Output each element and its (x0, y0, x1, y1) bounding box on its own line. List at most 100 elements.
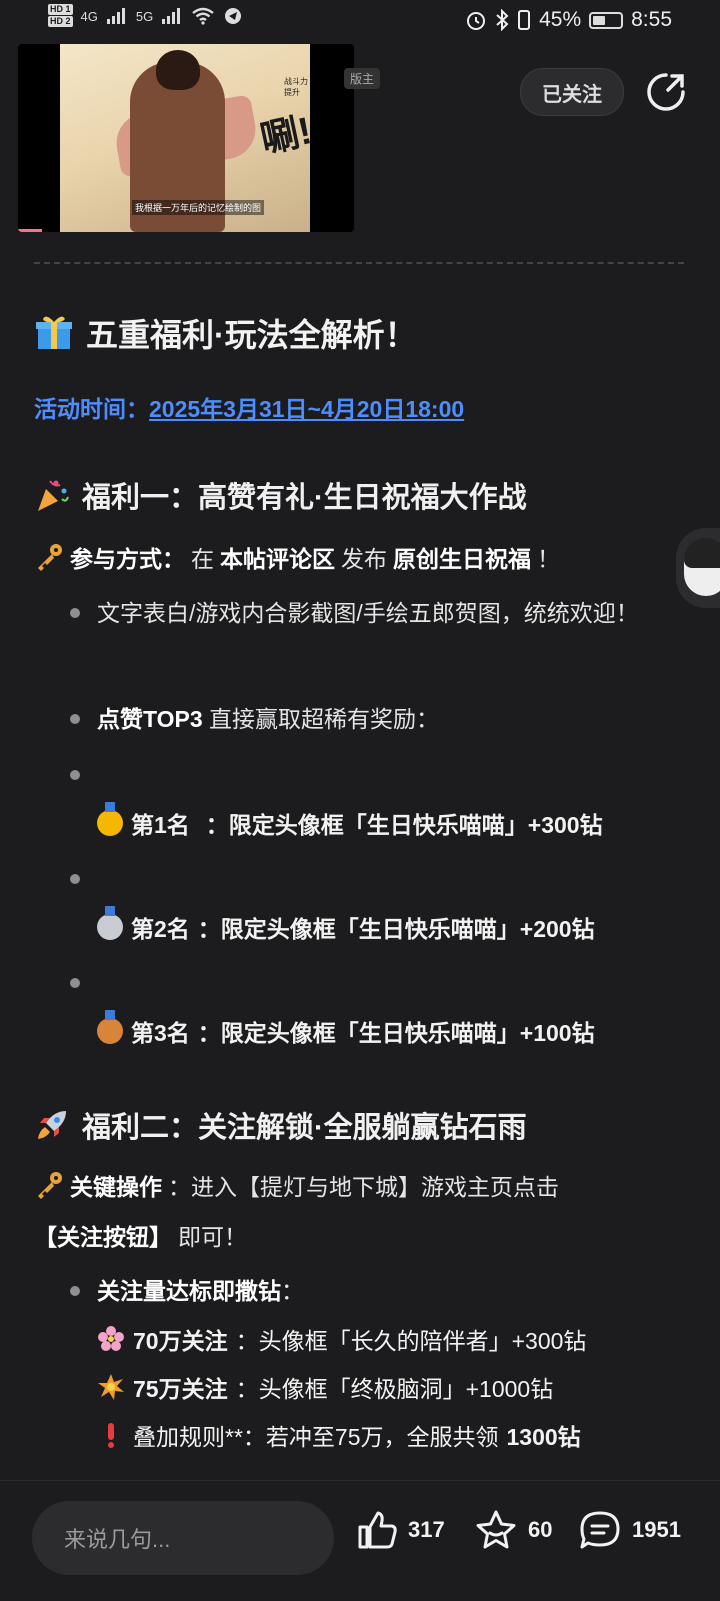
silver-medal-icon (97, 906, 123, 940)
tier-2: 75万关注 ：头像框「终极脑洞」+1000钻 (97, 1370, 553, 1404)
rank-3-prize: ：限定头像框「生日快乐喵喵」+100钻 (197, 1020, 595, 1046)
section-2-heading-text: 福利二：关注解锁·全服躺赢钻石雨 (82, 1112, 527, 1144)
bullet-text-2: 点赞TOP3 直接赢取超稀有奖励： (97, 696, 687, 742)
bullet-text-3: 关注量达标即撒钻： (97, 1268, 687, 1314)
op-label: 关键操作 (70, 1174, 162, 1200)
exclamation-icon (108, 1423, 114, 1448)
video-sfx-text: 唰! (257, 110, 316, 162)
favorite-count: 60 (528, 1517, 553, 1542)
comment-count: 1951 (632, 1517, 681, 1542)
network-5g-label: 5G (135, 8, 154, 24)
comment-icon (580, 1511, 620, 1549)
join-text-5: ！ (537, 546, 560, 572)
data-saver-icon (225, 8, 242, 24)
post-title-text: 五重福利·玩法全解析！ (86, 317, 417, 353)
bullet-text-1: 文字表白/游戏内合影截图/手绘五郎贺图，统统欢迎！ (97, 600, 639, 626)
tier-intro-colon: ： (281, 1278, 304, 1304)
join-text-3: 发布 (341, 546, 387, 572)
follow-button-mention: 【关注按钮】 (34, 1224, 172, 1250)
tier-1-bold: 70万关注 (133, 1328, 228, 1354)
status-left: HD 1 HD 2 4G 5G (48, 4, 243, 28)
section-1-heading: 福利一：高赞有礼·生日祝福大作战 (34, 474, 527, 516)
list-bullet (70, 978, 80, 988)
list-bullet (70, 714, 80, 724)
video-frame: 唰! 战斗力提升 我根据一万年后的记忆绘制的图 (60, 44, 315, 232)
gift-icon (36, 316, 72, 349)
section-2-op: 关键操作 ：进入【提灯与地下城】游戏主页点击 (34, 1168, 559, 1202)
event-time-label: 活动时间： (34, 396, 149, 422)
tier-2-rest: ：头像框「终极脑洞」+1000钻 (235, 1376, 554, 1402)
collision-icon (98, 1374, 124, 1400)
comment-input[interactable]: 来说几句... (32, 1501, 334, 1575)
rank-2: 第2名 ：限定头像框「生日快乐喵喵」+200钻 (97, 906, 595, 944)
bottom-action-bar: 来说几句... 317 60 1951 (0, 1480, 720, 1601)
follow-button[interactable]: 已关注 (520, 68, 624, 116)
status-right: 45% 8:55 (465, 8, 672, 32)
bronze-medal-icon (97, 1010, 123, 1044)
key-icon (38, 544, 62, 571)
confetti-icon (38, 480, 69, 511)
top3-text: 直接赢取超稀有奖励： (209, 706, 440, 732)
video-subtitle: 我根据一万年后的记忆绘制的图 (132, 200, 265, 215)
rank-2-prize: ：限定头像框「生日快乐喵喵」+200钻 (197, 916, 595, 942)
list-bullet (70, 770, 80, 780)
tier-intro-bold: 关注量达标即撒钻 (97, 1278, 281, 1304)
stack-rule-bold: 1300钻 (506, 1424, 581, 1450)
join-label: 参与方式： (70, 546, 185, 572)
share-button[interactable] (644, 70, 688, 114)
hd1-label: HD 1 (48, 4, 73, 15)
share-icon (647, 73, 685, 111)
rank-3: 第3名 ：限定头像框「生日快乐喵喵」+100钻 (97, 1010, 595, 1048)
list-bullet (70, 1286, 80, 1296)
section-2-op-line2: 【关注按钮】 即可！ (34, 1218, 247, 1252)
battery-icon (589, 11, 624, 29)
join-text-2: 本帖评论区 (220, 546, 335, 572)
event-time-link[interactable]: 2025年3月31日~4月20日18:00 (149, 396, 464, 422)
floating-avatar-button[interactable] (676, 528, 720, 608)
alarm-icon (467, 12, 486, 30)
section-2-heading: 福利二：关注解锁·全服躺赢钻石雨 (34, 1104, 527, 1146)
post-header: 唰! 战斗力提升 我根据一万年后的记忆绘制的图 版主 已关注 (0, 44, 720, 244)
gold-medal-icon (97, 802, 123, 836)
stack-rule: 叠加规则**：若冲至75万，全服共领 1300钻 (97, 1418, 581, 1452)
like-button[interactable]: 317 (356, 1509, 445, 1551)
moderator-badge: 版主 (344, 68, 381, 89)
comment-button[interactable]: 1951 (578, 1509, 681, 1551)
favorite-button[interactable]: 60 (474, 1509, 552, 1551)
section-1-join: 参与方式： 在 本帖评论区 发布 原创生日祝福 ！ (34, 540, 560, 574)
hd-indicator: HD 1 HD 2 (48, 4, 73, 28)
tier-1-rest: ：头像框「长久的陪伴者」+300钻 (235, 1328, 587, 1354)
list-bullet (70, 874, 80, 884)
tier-1: 70万关注 ：头像框「长久的陪伴者」+300钻 (97, 1322, 586, 1356)
rank-1-prize: ：限定头像框「生日快乐喵喵」+300钻 (205, 812, 603, 838)
status-bar: HD 1 HD 2 4G 5G 45% 8:55 (0, 0, 720, 44)
battery-percent: 45% (539, 8, 582, 31)
join-text-4: 原创生日祝福 (393, 546, 531, 572)
like-count: 317 (408, 1517, 445, 1542)
thumbs-up-icon (358, 1511, 397, 1549)
section-1-heading-text: 福利一：高赞有礼·生日祝福大作战 (82, 482, 527, 514)
join-text-1: 在 (191, 546, 214, 572)
bluetooth-icon (496, 9, 509, 31)
event-time: 活动时间：2025年3月31日~4月20日18:00 (34, 390, 464, 424)
rank-3-name: 第3名 (131, 1020, 190, 1046)
avatar-hair (684, 538, 720, 568)
top3-label: 点赞TOP3 (97, 706, 203, 732)
video-progress-bar (18, 229, 42, 232)
wifi-icon (192, 7, 214, 25)
post-title: 五重福利·玩法全解析！ (34, 310, 417, 356)
op-text: ：进入【提灯与地下城】游戏主页点击 (168, 1174, 559, 1200)
star-icon (476, 1510, 516, 1549)
video-art-hair (156, 50, 200, 90)
op-line2-text: 即可！ (178, 1224, 247, 1250)
tier-2-bold: 75万关注 (133, 1376, 228, 1402)
header-divider (34, 262, 684, 264)
key-icon (38, 1172, 62, 1199)
clock: 8:55 (631, 8, 672, 31)
signal-icon (106, 8, 125, 24)
vibrate-icon (518, 10, 531, 30)
floating-video-player[interactable]: 唰! 战斗力提升 我根据一万年后的记忆绘制的图 (18, 44, 354, 232)
rocket-icon (38, 1111, 66, 1139)
network-4g-label: 4G (80, 8, 98, 24)
rank-1-name: 第1名 (131, 812, 190, 838)
